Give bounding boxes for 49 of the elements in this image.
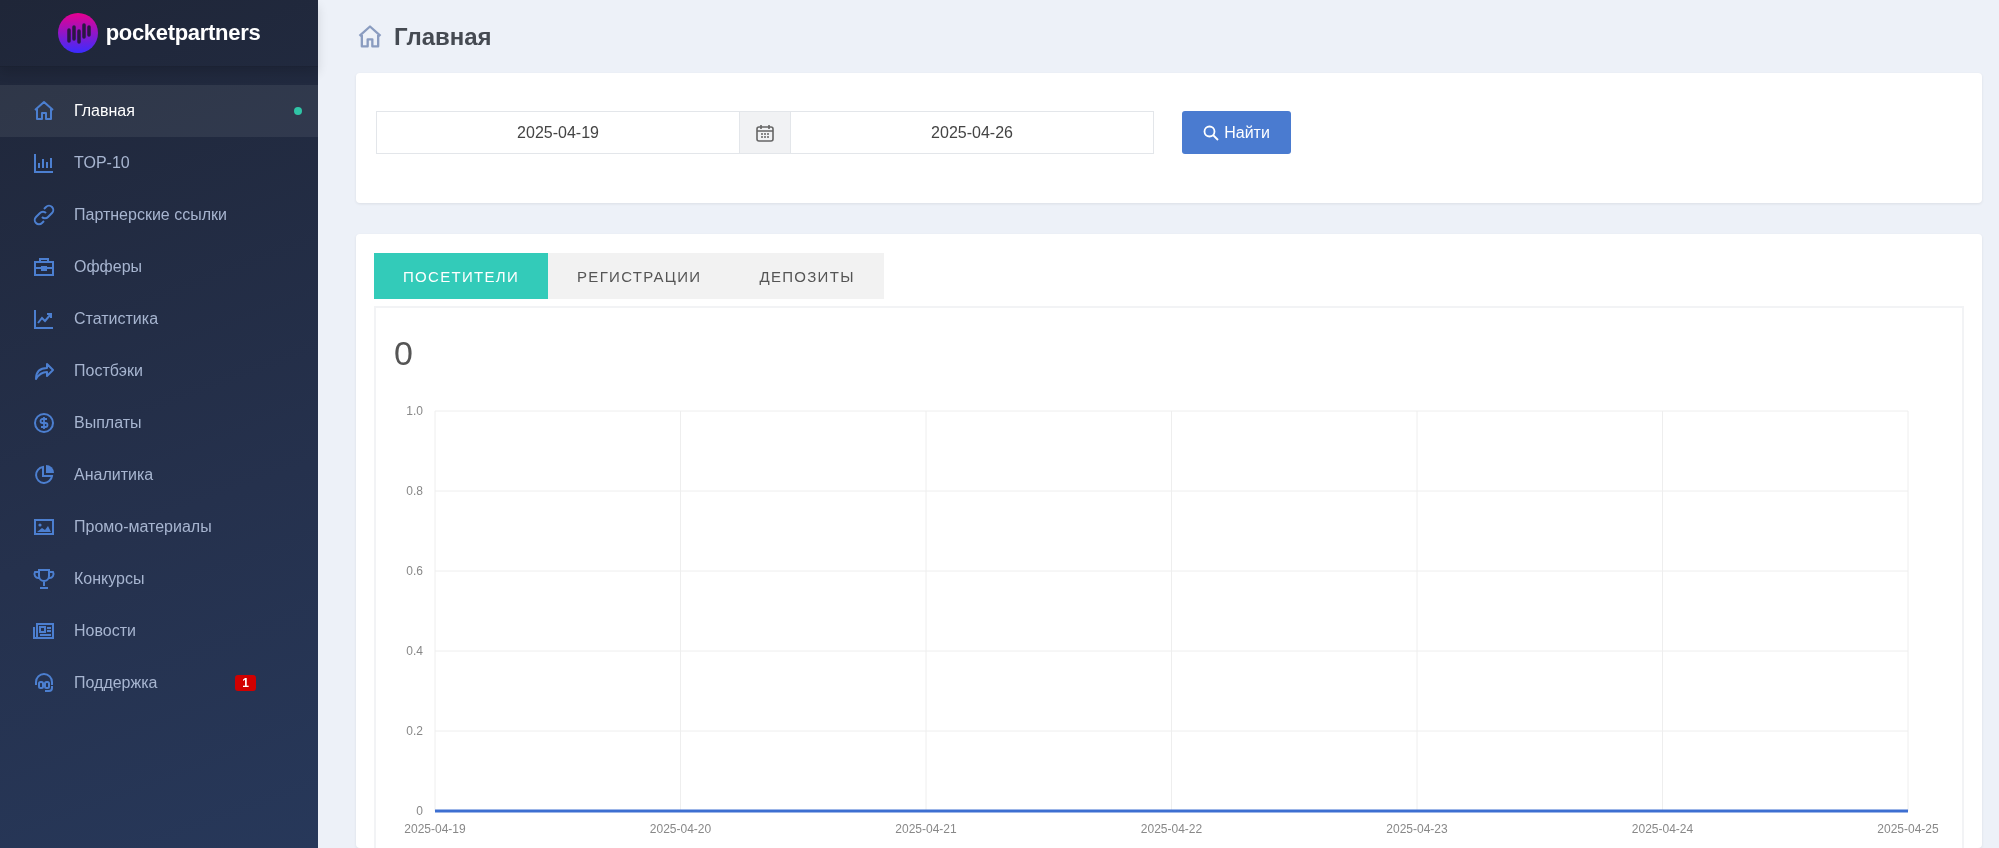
- x-tick-label: 2025-04-24: [1631, 822, 1694, 836]
- x-tick-label: 2025-04-21: [895, 822, 957, 836]
- count-badge: 1: [235, 675, 256, 691]
- sidebar-item[interactable]: Конкурсы: [0, 553, 318, 605]
- y-tick-label: 0.4: [406, 644, 423, 658]
- sidebar-item[interactable]: Поддержка 1: [0, 657, 318, 709]
- pie-chart-icon: [32, 463, 56, 487]
- sidebar-item[interactable]: Постбэки: [0, 345, 318, 397]
- y-tick-label: 0: [416, 804, 423, 818]
- dollar-badge-icon: [32, 411, 56, 435]
- logo-text: pocketpartners: [105, 20, 261, 46]
- headset-icon: [32, 671, 56, 695]
- page-title: Главная: [394, 22, 492, 51]
- sidebar-item[interactable]: Новости: [0, 605, 318, 657]
- home-icon: [356, 22, 384, 51]
- y-tick-label: 0.8: [406, 484, 423, 498]
- home-icon: [32, 99, 56, 123]
- x-tick-label: 2025-04-20: [649, 822, 712, 836]
- total-value: 0: [394, 333, 413, 373]
- sidebar-item[interactable]: Выплаты: [0, 397, 318, 449]
- bar-chart-icon: [32, 151, 56, 175]
- calendar-button[interactable]: [740, 111, 790, 154]
- briefcase-icon: [32, 255, 56, 279]
- tab[interactable]: ДЕПОЗИТЫ: [730, 253, 884, 299]
- trophy-icon: [32, 567, 56, 591]
- sidebar-item[interactable]: Главная: [0, 85, 318, 137]
- line-chart-icon: [32, 307, 56, 331]
- logo-icon: [57, 13, 98, 53]
- sidebar-item[interactable]: TOP-10: [0, 137, 318, 189]
- sidebar-item[interactable]: Промо-материалы: [0, 501, 318, 553]
- link-icon: [32, 203, 56, 227]
- calendar-icon: [755, 122, 775, 143]
- y-tick-label: 0.2: [406, 724, 423, 738]
- sidebar-item[interactable]: Статистика: [0, 293, 318, 345]
- search-button[interactable]: Найти: [1182, 111, 1291, 154]
- y-tick-label: 0.6: [406, 564, 423, 578]
- x-tick-label: 2025-04-25: [1877, 822, 1939, 836]
- search-icon: [1203, 124, 1220, 141]
- date-to-field[interactable]: 2025-04-26: [790, 111, 1154, 154]
- active-dot: [294, 107, 302, 115]
- x-tick-label: 2025-04-23: [1386, 822, 1448, 836]
- sidebar-item[interactable]: Офферы: [0, 241, 318, 293]
- date-from-field[interactable]: 2025-04-19: [376, 111, 740, 154]
- x-tick-label: 2025-04-19: [404, 822, 466, 836]
- tab[interactable]: РЕГИСТРАЦИИ: [548, 253, 731, 299]
- sidebar-item[interactable]: Партнерские ссылки: [0, 189, 318, 241]
- y-tick-label: 1.0: [406, 404, 423, 418]
- sidebar-item[interactable]: Аналитика: [0, 449, 318, 501]
- x-tick-label: 2025-04-22: [1140, 822, 1203, 836]
